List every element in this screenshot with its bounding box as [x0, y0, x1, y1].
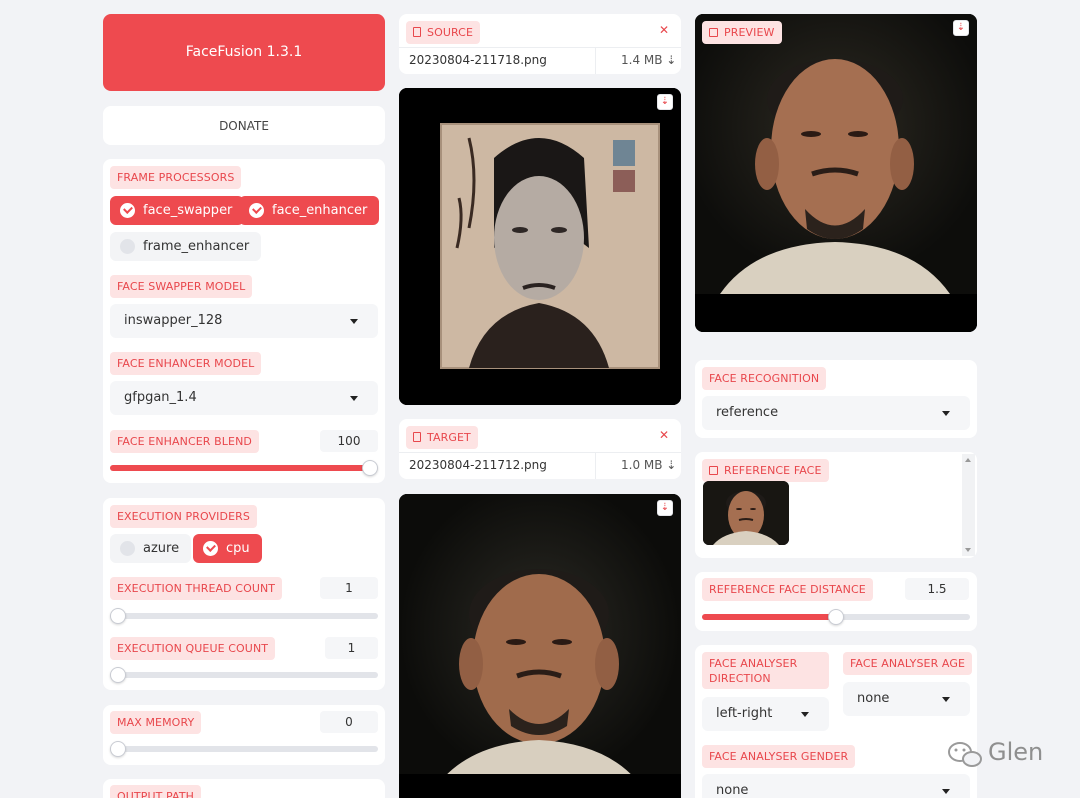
close-icon[interactable]: ✕: [659, 23, 669, 37]
select-value: left-right: [716, 706, 773, 721]
face-analyser-age-select[interactable]: none: [843, 682, 970, 716]
preview-image: PREVIEW ⇣: [695, 14, 977, 332]
execution-queue-count-input[interactable]: 1: [325, 637, 378, 659]
output-path-label: OUTPUT PATH: [110, 785, 202, 798]
chevron-down-icon: [942, 411, 950, 416]
slider-thumb[interactable]: [110, 667, 126, 683]
close-icon[interactable]: ✕: [659, 428, 669, 442]
checkbox-label: face_enhancer: [272, 203, 368, 218]
reference-face-distance-label: REFERENCE FACE DISTANCE: [702, 578, 873, 601]
slider-thumb[interactable]: [110, 608, 126, 624]
check-icon: [120, 203, 135, 218]
face-analyser-gender-label: FACE ANALYSER GENDER: [702, 745, 856, 768]
reference-face-distance-input[interactable]: 1.5: [905, 578, 969, 600]
slider-fill: [110, 465, 370, 471]
select-value: gfpgan_1.4: [124, 390, 197, 405]
execution-providers-label: EXECUTION PROVIDERS: [110, 505, 257, 528]
source-label: SOURCE: [406, 21, 481, 44]
watermark-text: Glen: [988, 738, 1044, 766]
execution-queue-count-label: EXECUTION QUEUE COUNT: [110, 637, 276, 660]
face-swapper-model-select[interactable]: inswapper_128: [110, 304, 378, 338]
max-memory-slider[interactable]: [110, 741, 378, 757]
face-enhancer-blend-label: FACE ENHANCER BLEND: [110, 430, 259, 453]
file-icon: [413, 432, 421, 442]
select-value: none: [857, 691, 890, 706]
watermark: Glen: [946, 738, 1056, 770]
reference-face-label: REFERENCE FACE: [702, 459, 829, 482]
checkbox-label: frame_enhancer: [143, 239, 250, 254]
execution-queue-count-slider[interactable]: [110, 667, 378, 683]
face-analyser-age-label: FACE ANALYSER AGE: [843, 652, 973, 675]
checkbox-face-swapper[interactable]: face_swapper: [110, 196, 245, 225]
target-photo-graphic: [399, 494, 681, 798]
slider-thumb[interactable]: [362, 460, 378, 476]
preview-photo-graphic: [695, 14, 977, 332]
face-analyser-direction-select[interactable]: left-right: [702, 697, 829, 731]
wechat-icon: [948, 742, 982, 767]
face-recognition-label: FACE RECOGNITION: [702, 367, 827, 390]
checkbox-label: face_swapper: [143, 203, 233, 218]
face-enhancer-model-label: FACE ENHANCER MODEL: [110, 352, 262, 375]
source-image: ⇣: [399, 88, 681, 405]
unchecked-circle-icon: [120, 239, 135, 254]
select-value: inswapper_128: [124, 313, 223, 328]
source-filesize[interactable]: 1.4 MB ⇣: [621, 53, 676, 67]
check-icon: [203, 541, 218, 556]
target-filename: 20230804-211712.png: [409, 458, 547, 472]
source-photo-graphic: [399, 88, 681, 405]
face-swapper-model-label: FACE SWAPPER MODEL: [110, 275, 253, 298]
check-icon: [249, 203, 264, 218]
checkbox-azure[interactable]: azure: [110, 534, 192, 563]
select-value: none: [716, 783, 749, 798]
checkbox-frame-enhancer[interactable]: frame_enhancer: [110, 232, 262, 261]
download-icon[interactable]: ⇣: [953, 20, 969, 36]
chevron-down-icon: [350, 319, 358, 324]
image-icon: [709, 28, 718, 37]
slider-thumb[interactable]: [828, 609, 844, 625]
execution-thread-count-label: EXECUTION THREAD COUNT: [110, 577, 283, 600]
max-memory-label: MAX MEMORY: [110, 711, 202, 734]
slider-thumb[interactable]: [110, 741, 126, 757]
image-icon: [709, 466, 718, 475]
select-value: reference: [716, 405, 779, 420]
donate-label: DONATE: [219, 119, 269, 133]
face-enhancer-model-select[interactable]: gfpgan_1.4: [110, 381, 378, 415]
execution-thread-count-input[interactable]: 1: [320, 577, 378, 599]
chevron-down-icon: [350, 396, 358, 401]
target-label: TARGET: [406, 426, 478, 449]
frame-processors-label: FRAME PROCESSORS: [110, 166, 242, 189]
reference-face-graphic: [703, 481, 789, 545]
download-icon[interactable]: ⇣: [657, 500, 673, 516]
execution-thread-count-slider[interactable]: [110, 608, 378, 624]
reference-face-distance-slider[interactable]: [702, 609, 970, 625]
face-enhancer-blend-input[interactable]: 100: [320, 430, 378, 452]
download-icon[interactable]: ⇣: [657, 94, 673, 110]
file-icon: [413, 27, 421, 37]
chevron-down-icon: [942, 697, 950, 702]
checkbox-label: azure: [143, 541, 180, 556]
chevron-down-icon: [801, 712, 809, 717]
preview-label: PREVIEW: [702, 21, 782, 44]
target-image: ⇣: [399, 494, 681, 798]
reference-face-scrollbar[interactable]: [962, 454, 975, 556]
face-enhancer-blend-slider[interactable]: [110, 460, 378, 476]
reference-face-thumbnail[interactable]: [703, 481, 789, 545]
checkbox-cpu[interactable]: cpu: [193, 534, 262, 563]
checkbox-label: cpu: [226, 541, 250, 556]
target-filesize[interactable]: 1.0 MB ⇣: [621, 458, 676, 472]
donate-button[interactable]: DONATE: [103, 106, 385, 145]
app-title-button[interactable]: FaceFusion 1.3.1: [103, 14, 385, 91]
checkbox-face-enhancer[interactable]: face_enhancer: [239, 196, 380, 225]
face-recognition-select[interactable]: reference: [702, 396, 970, 430]
max-memory-input[interactable]: 0: [320, 711, 378, 733]
slider-fill: [702, 614, 836, 620]
chevron-down-icon: [942, 789, 950, 794]
face-analyser-direction-label: FACE ANALYSER DIRECTION: [702, 652, 829, 689]
unchecked-circle-icon: [120, 541, 135, 556]
app-title: FaceFusion 1.3.1: [185, 44, 303, 60]
source-filename: 20230804-211718.png: [409, 53, 547, 67]
face-analyser-gender-select[interactable]: none: [702, 774, 970, 798]
